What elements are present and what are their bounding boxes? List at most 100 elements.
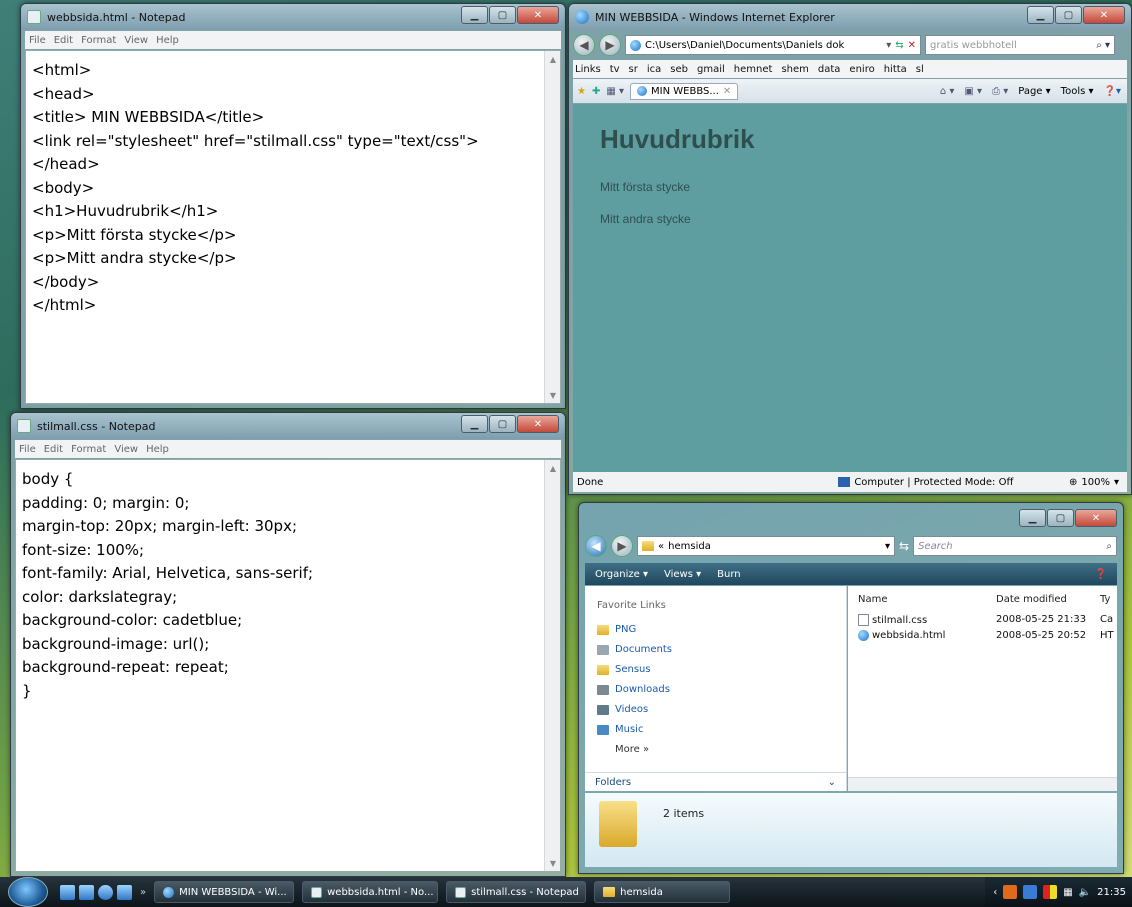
address-bar[interactable]: C:\Users\Daniel\Documents\Daniels dok ▾ … <box>625 35 921 55</box>
refresh-icon[interactable]: ⇆ <box>899 539 909 553</box>
maximize-button[interactable]: ▢ <box>489 6 516 24</box>
folders-toggle[interactable]: Folders ⌄ <box>585 772 846 791</box>
menu-format[interactable]: Format <box>81 35 116 46</box>
zoom-control[interactable]: ⊕ 100% ▾ <box>1069 477 1127 488</box>
dropdown-arrow-icon[interactable]: ▾ <box>886 40 891 51</box>
link-seb[interactable]: seb <box>670 64 688 75</box>
close-button[interactable]: ✕ <box>517 415 559 433</box>
link-hitta[interactable]: hitta <box>884 64 907 75</box>
organize-button[interactable]: Organize ▾ <box>595 569 648 580</box>
horizontal-scrollbar[interactable] <box>848 777 1117 791</box>
help-icon[interactable]: ❓ <box>1095 569 1117 580</box>
vertical-scrollbar[interactable]: ▲ ▼ <box>544 51 560 403</box>
maximize-button[interactable]: ▢ <box>1055 6 1082 24</box>
scroll-down-icon[interactable]: ▼ <box>545 855 561 871</box>
dropdown-arrow-icon[interactable]: ▾ <box>885 541 890 552</box>
file-row[interactable]: stilmall.css <box>858 614 927 626</box>
close-button[interactable]: ✕ <box>517 6 559 24</box>
minimize-button[interactable]: ▁ <box>1027 6 1054 24</box>
menu-help[interactable]: Help <box>146 444 169 455</box>
link-shem[interactable]: shem <box>781 64 808 75</box>
explorer-search-box[interactable]: Search ⌕ <box>913 536 1117 556</box>
fav-music[interactable]: Music <box>597 724 643 735</box>
fav-png[interactable]: PNG <box>597 624 636 635</box>
ie-search-box[interactable]: gratis webbhotell ⌕ ▾ <box>925 35 1115 55</box>
minimize-button[interactable]: ▁ <box>1019 509 1046 527</box>
menu-view[interactable]: View <box>124 35 148 46</box>
forward-button[interactable]: ▶ <box>611 535 633 557</box>
tab-close-icon[interactable]: ✕ <box>723 86 731 97</box>
help-icon[interactable]: ❓▾ <box>1104 86 1121 97</box>
tray-app-icon[interactable] <box>1003 885 1018 899</box>
column-name[interactable]: Name <box>858 594 888 605</box>
page-menu[interactable]: Page ▾ <box>1018 86 1050 97</box>
more-link[interactable]: More » <box>615 744 649 755</box>
start-button[interactable] <box>8 877 48 907</box>
taskbar-button-explorer[interactable]: hemsida <box>594 881 731 903</box>
notepad-css-titlebar[interactable]: stilmall.css - Notepad ▁ ▢ ✕ <box>11 413 565 439</box>
column-type[interactable]: Ty <box>1100 594 1110 605</box>
menu-file[interactable]: File <box>29 35 46 46</box>
security-zone[interactable]: Computer | Protected Mode: Off <box>838 477 1013 488</box>
explorer-window[interactable]: ▁ ▢ ✕ ◀ ▶ « hemsida ▾ ⇆ Search ⌕ Organiz… <box>578 502 1124 874</box>
network-icon[interactable]: ▦ <box>1063 887 1072 898</box>
search-icon[interactable]: ⌕ <box>1106 541 1112 552</box>
minimize-button[interactable]: ▁ <box>461 415 488 433</box>
tools-menu[interactable]: Tools ▾ <box>1061 86 1094 97</box>
scroll-up-icon[interactable]: ▲ <box>545 460 561 476</box>
link-eniro[interactable]: eniro <box>849 64 874 75</box>
explorer-address-bar[interactable]: « hemsida ▾ <box>637 536 895 556</box>
forward-button[interactable]: ▶ <box>599 34 621 56</box>
stop-icon[interactable]: ✕ <box>908 40 916 51</box>
print-icon[interactable]: ⎙ ▾ <box>992 86 1008 97</box>
fav-sensus[interactable]: Sensus <box>597 664 651 675</box>
search-icon[interactable]: ⌕ ▾ <box>1096 40 1110 51</box>
burn-button[interactable]: Burn <box>717 569 740 580</box>
minimize-button[interactable]: ▁ <box>461 6 488 24</box>
taskbar-button-ie[interactable]: MIN WEBBSIDA - Wi... <box>154 881 295 903</box>
link-tv[interactable]: tv <box>610 64 620 75</box>
back-button[interactable]: ◀ <box>585 535 607 557</box>
notepad-html-titlebar[interactable]: webbsida.html - Notepad ▁ ▢ ✕ <box>21 4 565 30</box>
fav-downloads[interactable]: Downloads <box>597 684 670 695</box>
link-sl[interactable]: sl <box>916 64 924 75</box>
text-editor[interactable]: <html> <head> <title> MIN WEBBSIDA</title>… <box>25 50 561 404</box>
menu-help[interactable]: Help <box>156 35 179 46</box>
home-icon[interactable]: ⌂ ▾ <box>940 86 955 97</box>
link-sr[interactable]: sr <box>629 64 638 75</box>
column-date-modified[interactable]: Date modified <box>996 594 1067 605</box>
volume-icon[interactable]: 🔈 <box>1079 887 1091 898</box>
media-player-icon[interactable] <box>117 884 132 900</box>
switch-windows-icon[interactable] <box>79 884 94 900</box>
views-button[interactable]: Views ▾ <box>664 569 701 580</box>
add-favorites-icon[interactable]: ✚ <box>592 86 600 97</box>
back-button[interactable]: ◀ <box>573 34 595 56</box>
link-ica[interactable]: ica <box>647 64 661 75</box>
chevron-more-icon[interactable]: » <box>140 887 146 898</box>
fav-videos[interactable]: Videos <box>597 704 648 715</box>
vertical-scrollbar[interactable]: ▲ ▼ <box>544 460 560 871</box>
menu-edit[interactable]: Edit <box>54 35 73 46</box>
maximize-button[interactable]: ▢ <box>1047 509 1074 527</box>
notepad-html-window[interactable]: webbsida.html - Notepad ▁ ▢ ✕ File Edit … <box>20 3 566 409</box>
refresh-icon[interactable]: ⇆ <box>895 40 903 51</box>
fav-documents[interactable]: Documents <box>597 644 672 655</box>
menu-format[interactable]: Format <box>71 444 106 455</box>
scroll-down-icon[interactable]: ▼ <box>545 387 561 403</box>
close-button[interactable]: ✕ <box>1075 509 1117 527</box>
feeds-icon[interactable]: ▣ ▾ <box>964 86 982 97</box>
file-row[interactable]: webbsida.html <box>858 630 945 641</box>
tray-app-icon[interactable] <box>1023 885 1038 899</box>
text-editor[interactable]: body {padding: 0; margin: 0; margin-top: … <box>15 459 561 872</box>
clock[interactable]: 21:35 <box>1097 887 1126 898</box>
maximize-button[interactable]: ▢ <box>489 415 516 433</box>
notepad-css-window[interactable]: stilmall.css - Notepad ▁ ▢ ✕ File Edit F… <box>10 412 566 877</box>
taskbar-button-notepad-css[interactable]: stilmall.css - Notepad <box>446 881 587 903</box>
ie-launch-icon[interactable] <box>98 884 113 900</box>
show-desktop-icon[interactable] <box>60 884 75 900</box>
ie-window[interactable]: MIN WEBBSIDA - Windows Internet Explorer… <box>568 3 1132 495</box>
link-gmail[interactable]: gmail <box>697 64 725 75</box>
quick-tabs-icon[interactable]: ▦ ▾ <box>606 86 624 97</box>
tab-min-webbsida[interactable]: MIN WEBBS... ✕ <box>630 82 739 100</box>
taskbar-button-notepad-html[interactable]: webbsida.html - No... <box>302 881 439 903</box>
